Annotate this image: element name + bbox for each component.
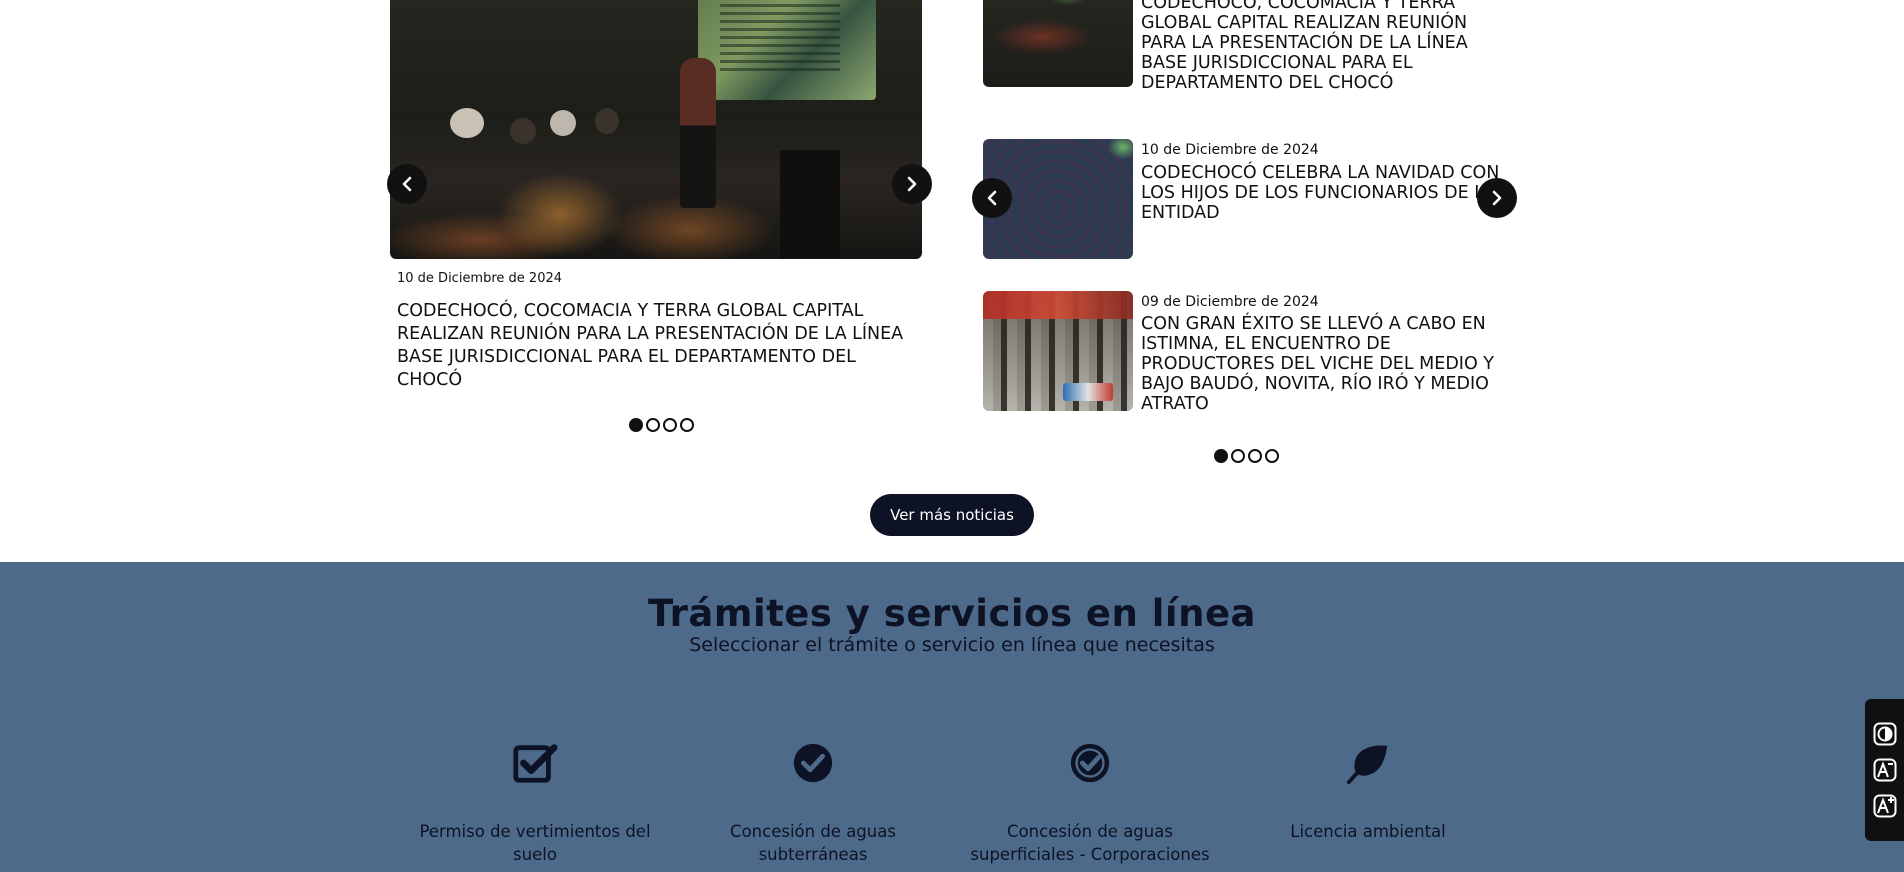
featured-news-date: 10 de Diciembre de 2024 <box>397 271 563 286</box>
news-list-item[interactable]: 09 de Diciembre de 2024 CON GRAN ÉXITO S… <box>983 291 1503 414</box>
news-list-item[interactable]: 10 de Diciembre de 2024 CODECHOCÓ CELEBR… <box>983 139 1503 259</box>
featured-news-title[interactable]: CODECHOCÓ, COCOMACIA Y TERRA GLOBAL CAPI… <box>397 300 917 392</box>
chevron-right-icon <box>907 176 917 192</box>
online-services-section: Trámites y servicios en línea Selecciona… <box>0 562 1904 872</box>
news-item-title[interactable]: CODECHOCÓ, COCOMACIA Y TERRA GLOBAL CAPI… <box>1141 0 1501 93</box>
decrease-font-icon <box>1873 758 1896 782</box>
projection-text-photo-detail <box>720 4 840 74</box>
news-item-title[interactable]: CODECHOCÓ CELEBRA LA NAVIDAD CON LOS HIJ… <box>1141 163 1501 223</box>
leaf-icon <box>1346 745 1388 785</box>
services-subtitle: Seleccionar el trámite o servicio en lín… <box>689 634 1215 656</box>
increase-font-button[interactable] <box>1872 792 1898 820</box>
service-card-licencia-ambiental[interactable]: Licencia ambiental <box>1248 740 1488 843</box>
carousel-dot[interactable] <box>1248 449 1262 463</box>
carousel-dot[interactable] <box>1231 449 1245 463</box>
accessibility-toolbar <box>1865 699 1904 841</box>
speaker-photo-detail <box>680 58 716 208</box>
person-photo-detail <box>450 108 484 138</box>
chevron-left-icon <box>987 190 997 206</box>
check-circle-icon <box>1070 743 1110 783</box>
check-square-icon <box>513 744 558 783</box>
featured-carousel-dots <box>629 418 694 432</box>
news-list-next-button[interactable] <box>1477 178 1517 218</box>
decrease-font-button[interactable] <box>1872 756 1898 784</box>
increase-font-icon <box>1873 794 1896 818</box>
more-news-button[interactable]: Ver más noticias <box>870 494 1034 536</box>
news-item-title[interactable]: CON GRAN ÉXITO SE LLEVÓ A CABO EN ISTIMN… <box>1141 314 1501 414</box>
featured-next-button[interactable] <box>892 164 932 204</box>
service-label[interactable]: Licencia ambiental <box>1248 820 1488 843</box>
news-list-item[interactable]: CODECHOCÓ, COCOMACIA Y TERRA GLOBAL CAPI… <box>983 0 1503 93</box>
carousel-dot[interactable] <box>1214 449 1228 463</box>
chevron-left-icon <box>402 176 412 192</box>
contrast-button[interactable] <box>1872 720 1898 748</box>
carousel-dot[interactable] <box>663 418 677 432</box>
news-list-carousel-dots <box>1214 449 1279 463</box>
service-label[interactable]: Concesión de aguas superficiales - Corpo… <box>970 820 1210 866</box>
news-thumbnail[interactable] <box>983 291 1133 411</box>
podium-photo-detail <box>780 150 840 259</box>
news-item-date: 10 de Diciembre de 2024 <box>1141 142 1319 158</box>
featured-prev-button[interactable] <box>387 164 427 204</box>
service-card-aguas-subterraneas[interactable]: Concesión de aguas subterráneas <box>693 740 933 866</box>
service-card-aguas-superficiales[interactable]: Concesión de aguas superficiales - Corpo… <box>970 740 1210 866</box>
chevron-right-icon <box>1492 190 1502 206</box>
service-label[interactable]: Permiso de vertimientos del suelo <box>415 820 655 866</box>
check-circle-icon <box>793 743 833 783</box>
person-photo-detail <box>550 110 576 136</box>
person-photo-detail <box>510 118 536 144</box>
carousel-dot[interactable] <box>629 418 643 432</box>
service-label[interactable]: Concesión de aguas subterráneas <box>693 820 933 866</box>
contrast-icon <box>1873 722 1896 746</box>
news-thumbnail[interactable] <box>983 0 1133 87</box>
featured-news-image[interactable] <box>390 0 922 259</box>
services-title: Trámites y servicios en línea <box>648 592 1256 635</box>
carousel-dot[interactable] <box>646 418 660 432</box>
carousel-dot[interactable] <box>1265 449 1279 463</box>
news-item-date: 09 de Diciembre de 2024 <box>1141 294 1319 310</box>
banner-photo-detail <box>1063 383 1113 401</box>
carousel-dot[interactable] <box>680 418 694 432</box>
service-card-permiso-vertimientos[interactable]: Permiso de vertimientos del suelo <box>415 740 655 866</box>
news-list-prev-button[interactable] <box>972 178 1012 218</box>
person-photo-detail <box>595 108 619 134</box>
